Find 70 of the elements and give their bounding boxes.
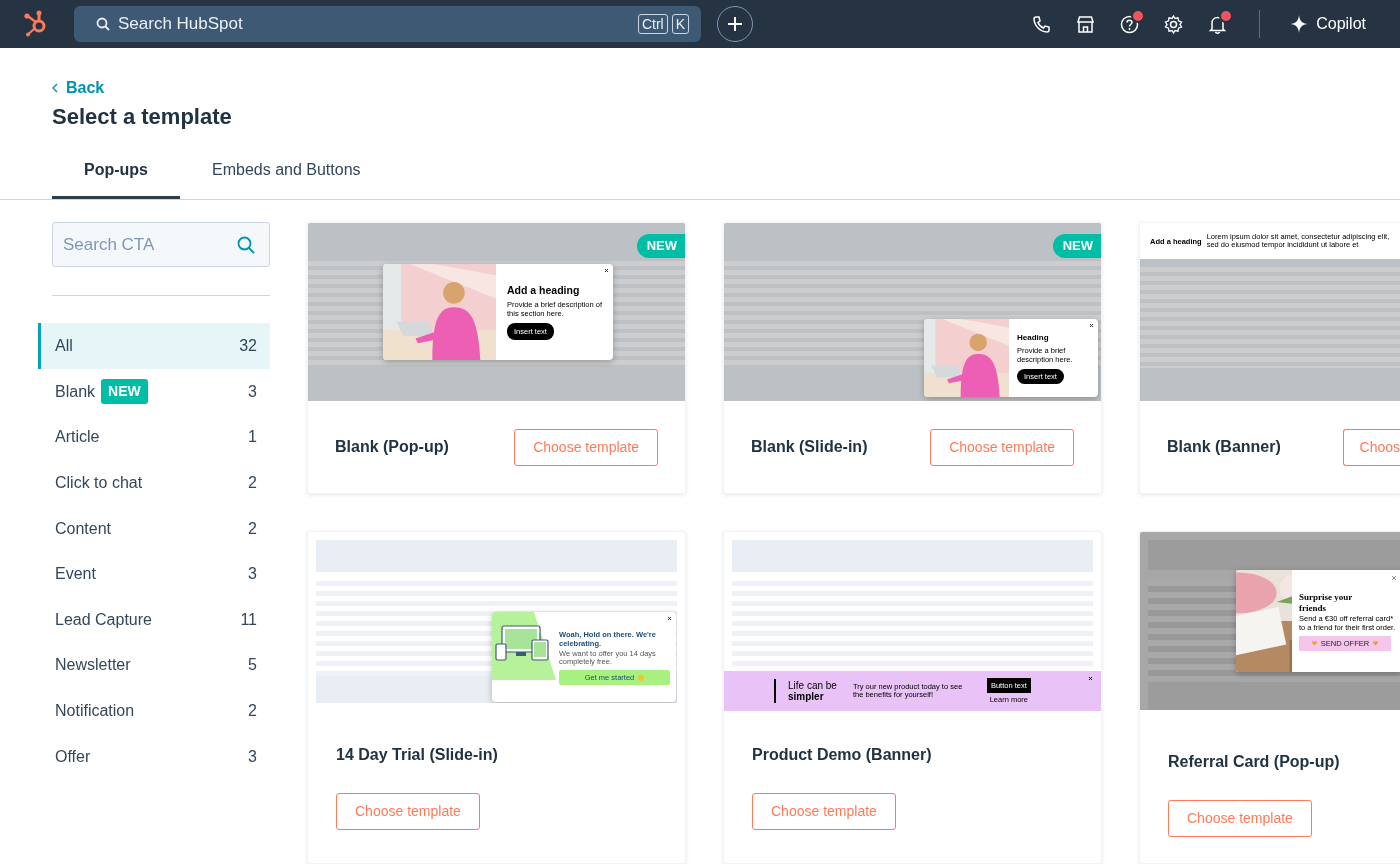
search-icon[interactable] <box>237 236 255 255</box>
template-name: Referral Card (Pop-up) <box>1168 752 1340 773</box>
category-count: 3 <box>248 746 257 767</box>
close-icon[interactable] <box>1089 323 1094 329</box>
category-item[interactable]: Newsletter 5 <box>38 642 270 689</box>
popup-heading: Surprise your friends <box>1299 591 1354 614</box>
copilot-button[interactable]: Copilot <box>1284 11 1372 37</box>
close-icon[interactable] <box>667 616 672 622</box>
category-label: Lead Capture <box>55 609 152 630</box>
new-tag: NEW <box>1052 234 1101 258</box>
category-label: Article <box>55 427 100 448</box>
category-item[interactable]: Content 2 <box>38 505 270 552</box>
category-item[interactable]: Blank NEW 3 <box>38 369 270 415</box>
template-name: Blank (Slide-in) <box>751 437 868 458</box>
banner-heading: Life can be <box>788 679 837 692</box>
sparkle-icon <box>1290 15 1309 33</box>
category-label: Blank <box>55 381 96 402</box>
settings-icon[interactable] <box>1162 13 1184 35</box>
phone-icon[interactable] <box>1030 13 1052 35</box>
search-icon <box>96 17 110 31</box>
template-name: Blank (Banner) <box>1167 437 1281 458</box>
category-label: All <box>55 336 73 357</box>
category-item[interactable]: Article 1 <box>38 414 270 461</box>
template-name: Product Demo (Banner) <box>752 745 932 766</box>
category-label: Offer <box>55 746 91 767</box>
back-link[interactable]: Back <box>52 76 105 100</box>
shortcut-key: Ctrl <box>637 14 668 34</box>
new-tag: NEW <box>101 379 148 405</box>
category-count: 2 <box>248 700 257 721</box>
tab[interactable]: Embeds and Buttons <box>180 146 393 200</box>
popup-heading: Add a heading <box>507 284 581 298</box>
tab[interactable]: Pop-ups <box>52 146 180 200</box>
category-count: 3 <box>248 564 257 585</box>
heart-icon <box>1373 640 1379 646</box>
category-item[interactable]: Notification 2 <box>38 688 270 734</box>
category-label: Click to chat <box>55 472 143 493</box>
help-icon[interactable] <box>1118 13 1140 35</box>
page-title: Select a template <box>52 104 233 131</box>
category-item[interactable]: Click to chat 2 <box>38 460 270 506</box>
new-tag: NEW <box>636 234 685 258</box>
category-item[interactable]: Lead Capture 11 <box>38 596 270 643</box>
category-item[interactable]: Offer 3 <box>38 733 270 780</box>
plus-icon <box>727 16 743 32</box>
template-name: Blank (Pop-up) <box>335 437 449 458</box>
category-count: 1 <box>248 427 257 448</box>
category-label: Newsletter <box>55 655 131 676</box>
template-name: 14 Day Trial (Slide-in) <box>336 745 498 766</box>
category-count: 3 <box>248 381 257 402</box>
chevron-left-icon <box>52 83 58 93</box>
popup-heading: Heading <box>1017 332 1050 343</box>
category-count: 2 <box>248 518 257 539</box>
banner-heading: simpler <box>788 691 825 703</box>
category-count: 2 <box>248 472 257 493</box>
category-label: Event <box>55 564 96 585</box>
search-placeholder: Search HubSpot <box>118 13 244 36</box>
category-count: 5 <box>248 655 257 676</box>
category-count: 11 <box>240 609 257 630</box>
category-item[interactable]: Event 3 <box>38 551 270 597</box>
emoji-icon <box>638 674 645 681</box>
close-icon[interactable] <box>604 268 609 274</box>
heart-icon <box>1311 640 1317 646</box>
store-icon[interactable] <box>1074 13 1096 35</box>
category-label: Notification <box>55 700 135 721</box>
close-icon[interactable] <box>1088 676 1093 682</box>
search-field[interactable]: Search HubSpot Ctrl K <box>74 6 701 42</box>
category-label: Content <box>55 518 112 539</box>
category-count: 32 <box>239 336 257 357</box>
search-field[interactable]: Search CTA <box>52 222 270 268</box>
category-item[interactable]: All 32 <box>38 323 270 369</box>
shortcut-key: K <box>671 14 689 34</box>
